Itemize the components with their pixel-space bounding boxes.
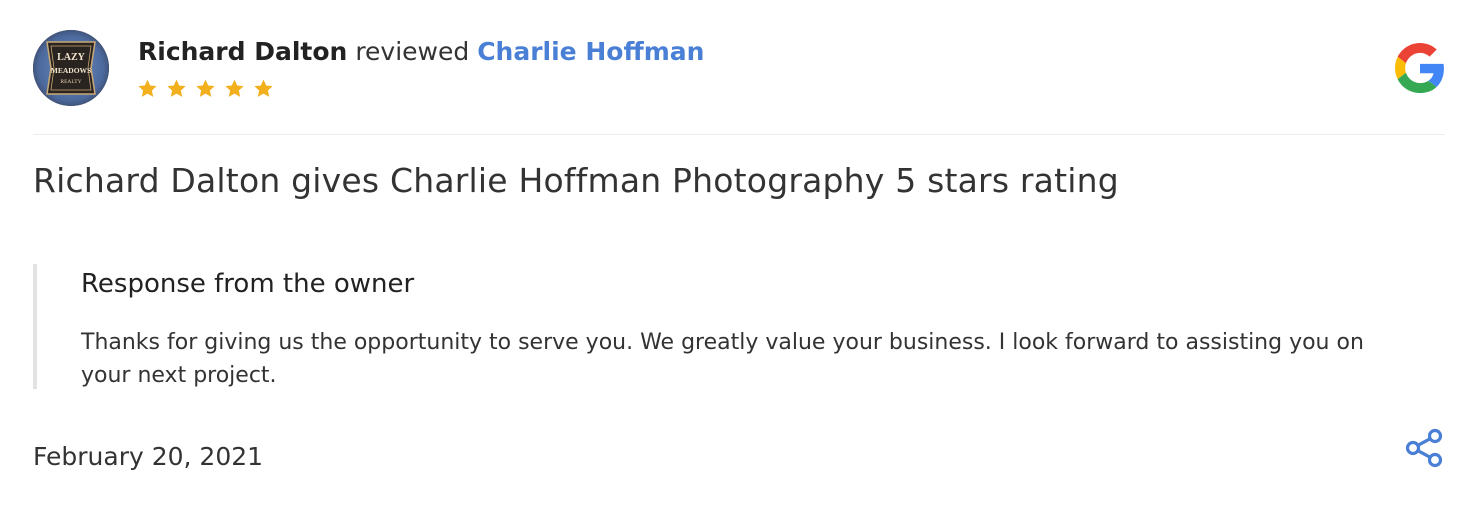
star-icon bbox=[167, 79, 186, 97]
logo-line-1: LAZY bbox=[57, 52, 86, 63]
header-divider bbox=[33, 134, 1445, 135]
star-rating bbox=[137, 78, 274, 100]
owner-response-text: Thanks for giving us the opportunity to … bbox=[81, 330, 1364, 388]
reviewer-name: Richard Dalton bbox=[138, 37, 348, 66]
star-icon bbox=[196, 79, 215, 97]
share-icon[interactable] bbox=[1402, 426, 1446, 470]
review-card: LAZY MEADOWS REALTY Richard Dalton revie… bbox=[0, 0, 1477, 508]
logo-line-3: REALTY bbox=[60, 79, 81, 85]
avatar[interactable]: LAZY MEADOWS REALTY bbox=[33, 30, 109, 106]
star-icon bbox=[254, 79, 273, 97]
google-icon[interactable] bbox=[1395, 43, 1445, 93]
reviewed-word: reviewed bbox=[355, 37, 470, 66]
business-link[interactable]: Charlie Hoffman bbox=[477, 37, 704, 66]
star-icon bbox=[138, 79, 157, 97]
owner-response: Response from the owner Thanks for givin… bbox=[33, 264, 1417, 389]
logo-line-2: MEADOWS bbox=[51, 66, 91, 75]
lazy-meadows-logo: LAZY MEADOWS REALTY bbox=[33, 30, 109, 106]
owner-response-heading: Response from the owner bbox=[81, 269, 415, 299]
reviewer-line: Richard Dalton reviewed Charlie Hoffman bbox=[138, 36, 704, 68]
review-header: LAZY MEADOWS REALTY Richard Dalton revie… bbox=[33, 30, 1445, 110]
star-icon bbox=[225, 79, 244, 97]
review-date: February 20, 2021 bbox=[33, 442, 264, 471]
review-title: Richard Dalton gives Charlie Hoffman Pho… bbox=[33, 161, 1119, 200]
